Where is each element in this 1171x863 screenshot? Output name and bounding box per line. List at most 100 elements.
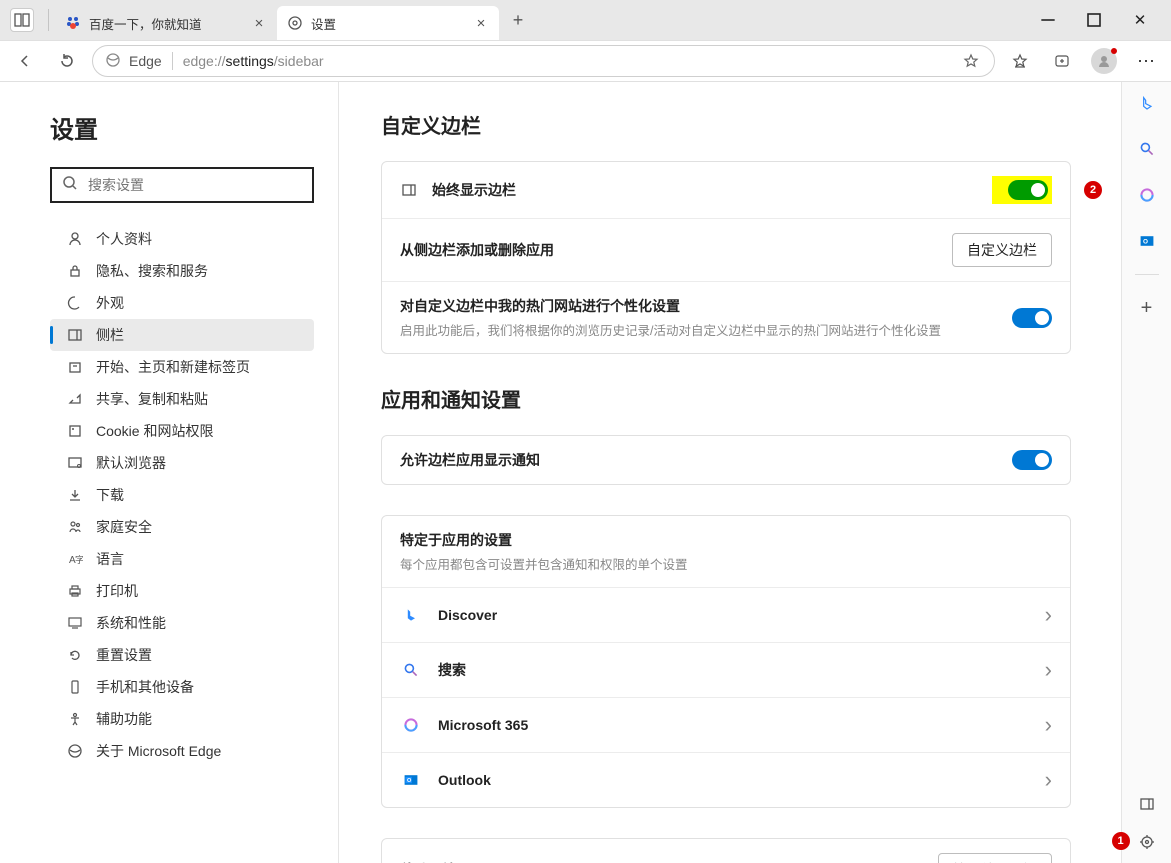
sidebar-collapse-icon[interactable]: [1134, 791, 1160, 817]
share-icon: [66, 390, 84, 408]
row-mobile-sites: 移动网站 管理站点通知: [382, 839, 1070, 863]
accessibility-icon: [66, 710, 84, 728]
browser-tab-settings[interactable]: 设置 ×: [277, 6, 499, 40]
new-tab-button[interactable]: +: [503, 5, 533, 35]
engine-label: Edge: [129, 53, 162, 69]
app-row-m365[interactable]: Microsoft 365: [382, 698, 1070, 753]
home-icon: [66, 358, 84, 376]
app-row-discover[interactable]: Discover: [382, 588, 1070, 643]
nav-about[interactable]: 关于 Microsoft Edge: [50, 735, 314, 767]
nav-privacy[interactable]: 隐私、搜索和服务: [50, 255, 314, 287]
lock-icon: [66, 262, 84, 280]
row-sublabel: 每个应用都包含可设置并包含通知和权限的单个设置: [400, 554, 1052, 573]
always-show-toggle-highlight: [992, 176, 1052, 204]
bing-icon: [400, 604, 422, 626]
profile-button[interactable]: [1087, 44, 1121, 78]
url-text: edge://settings/sidebar: [183, 53, 954, 69]
nav-share[interactable]: 共享、复制和粘贴: [50, 383, 314, 415]
browser-tab-baidu[interactable]: 百度一下，你就知道 ×: [55, 6, 277, 40]
outlook-sidebar-icon[interactable]: O: [1134, 228, 1160, 254]
apps-card: 特定于应用的设置 每个应用都包含可设置并包含通知和权限的单个设置 Discove…: [381, 515, 1071, 808]
address-bar[interactable]: Edge edge://settings/sidebar: [92, 45, 995, 77]
tab-label: 设置: [311, 14, 473, 33]
nav-accessibility[interactable]: 辅助功能: [50, 703, 314, 735]
row-label: 对自定义边栏中我的热门网站进行个性化设置: [400, 296, 1012, 316]
m365-icon: [400, 714, 422, 736]
search-icon: [62, 175, 78, 196]
nav-cookies[interactable]: Cookie 和网站权限: [50, 415, 314, 447]
family-icon: [66, 518, 84, 536]
window-close-button[interactable]: ✕: [1117, 4, 1163, 36]
window-maximize-button[interactable]: [1071, 4, 1117, 36]
person-icon: [66, 230, 84, 248]
mobile-sites-card: 移动网站 管理站点通知: [381, 838, 1071, 863]
sidebar-icon: [400, 182, 418, 198]
notifications-toggle[interactable]: [1012, 450, 1052, 470]
app-row-search[interactable]: 搜索: [382, 643, 1070, 698]
nav-language[interactable]: A字语言: [50, 543, 314, 575]
printer-icon: [66, 582, 84, 600]
nav-default-browser[interactable]: 默认浏览器: [50, 447, 314, 479]
collections-button[interactable]: [1045, 44, 1079, 78]
search-sidebar-icon[interactable]: [1134, 136, 1160, 162]
edge-sidebar: O + 1: [1121, 82, 1171, 863]
row-label: 允许边栏应用显示通知: [400, 450, 1012, 470]
sidebar-add-button[interactable]: +: [1134, 295, 1160, 321]
cookie-icon: [66, 422, 84, 440]
back-button[interactable]: [8, 44, 42, 78]
svg-text:字: 字: [75, 554, 83, 565]
row-always-show: 始终显示边栏 2: [382, 162, 1070, 219]
edge-icon: [105, 52, 121, 71]
nav-phone[interactable]: 手机和其他设备: [50, 671, 314, 703]
browser-toolbar: Edge edge://settings/sidebar ⋯: [0, 40, 1171, 82]
sidebar-settings-icon[interactable]: 1: [1134, 829, 1160, 855]
row-personalize: 对自定义边栏中我的热门网站进行个性化设置 启用此功能后，我们将根据你的浏览历史记…: [382, 282, 1070, 353]
refresh-button[interactable]: [50, 44, 84, 78]
reset-icon: [66, 646, 84, 664]
settings-sidebar: 设置 个人资料 隐私、搜索和服务 外观 侧栏 开始、主页和新建标签页 共享、复制…: [0, 82, 339, 863]
annotation-badge-2: 2: [1084, 181, 1102, 199]
settings-content: 自定义边栏 始终显示边栏 2 从侧边栏添加或删除应用 自定义边栏 对自定义边栏: [339, 82, 1121, 863]
nav-sidebar[interactable]: 侧栏: [50, 319, 314, 351]
nav-start[interactable]: 开始、主页和新建标签页: [50, 351, 314, 383]
star-favorite-button[interactable]: [954, 44, 988, 78]
tab-close-button[interactable]: ×: [251, 15, 267, 32]
app-row-outlook[interactable]: O Outlook: [382, 753, 1070, 807]
window-minimize-button[interactable]: [1025, 4, 1071, 36]
language-icon: A字: [66, 550, 84, 568]
nav-appearance[interactable]: 外观: [50, 287, 314, 319]
search-icon: [400, 659, 422, 681]
favorites-button[interactable]: [1003, 44, 1037, 78]
tab-label: 百度一下，你就知道: [89, 14, 251, 33]
edge-logo-icon: [66, 742, 84, 760]
tab-actions-button[interactable]: [10, 8, 34, 32]
manage-site-notifications-button[interactable]: 管理站点通知: [938, 853, 1052, 863]
nav-reset[interactable]: 重置设置: [50, 639, 314, 671]
settings-search-input[interactable]: [88, 177, 302, 193]
nav-family[interactable]: 家庭安全: [50, 511, 314, 543]
settings-page: 设置 个人资料 隐私、搜索和服务 外观 侧栏 开始、主页和新建标签页 共享、复制…: [0, 82, 1121, 863]
customize-sidebar-button[interactable]: 自定义边栏: [952, 233, 1052, 267]
annotation-badge-1: 1: [1112, 832, 1130, 850]
titlebar: 百度一下，你就知道 × 设置 × + ✕: [0, 0, 1171, 40]
download-icon: [66, 486, 84, 504]
palette-icon: [66, 294, 84, 312]
more-menu-button[interactable]: ⋯: [1129, 44, 1163, 78]
tab-close-button[interactable]: ×: [473, 15, 489, 32]
nav-system[interactable]: 系统和性能: [50, 607, 314, 639]
bing-chat-icon[interactable]: [1134, 90, 1160, 116]
nav-downloads[interactable]: 下载: [50, 479, 314, 511]
personalize-toggle[interactable]: [1012, 308, 1052, 328]
nav-printer[interactable]: 打印机: [50, 575, 314, 607]
row-label: 从侧边栏添加或删除应用: [400, 240, 952, 260]
row-label: 特定于应用的设置: [400, 530, 1052, 550]
settings-heading: 设置: [50, 110, 314, 145]
sidebar-icon: [66, 326, 84, 344]
apps-header: 特定于应用的设置 每个应用都包含可设置并包含通知和权限的单个设置: [382, 516, 1070, 588]
m365-sidebar-icon[interactable]: [1134, 182, 1160, 208]
nav-profile[interactable]: 个人资料: [50, 223, 314, 255]
always-show-toggle[interactable]: [1008, 180, 1048, 200]
system-icon: [66, 614, 84, 632]
settings-search: [50, 167, 314, 203]
section-apps-notifications: 应用和通知设置: [381, 384, 1071, 413]
